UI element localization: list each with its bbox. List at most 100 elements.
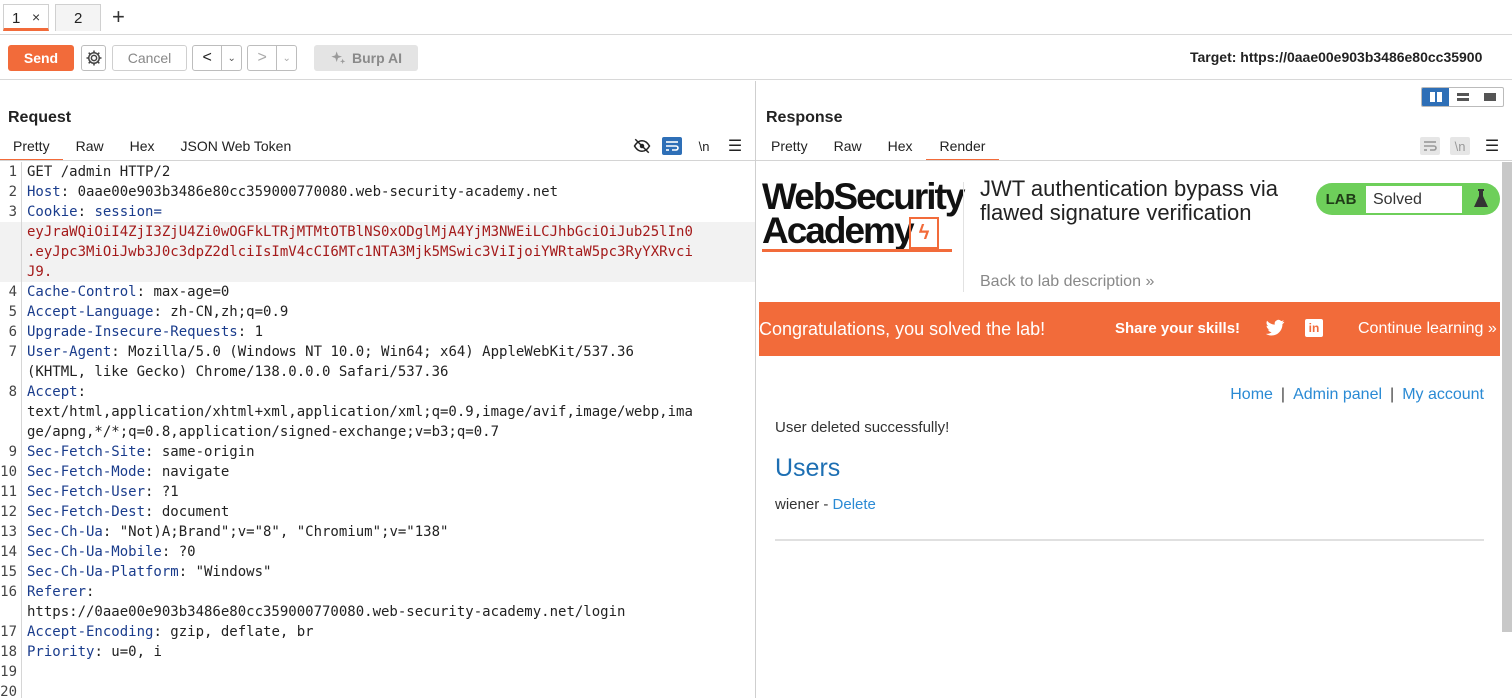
- editor-line: 11 Sec-Fetch-User: ?1: [0, 482, 755, 502]
- header-name: Cookie: [27, 204, 78, 220]
- header-name: Sec-Fetch-Site: [27, 444, 146, 460]
- nav-admin-panel-link[interactable]: Admin panel: [1293, 386, 1382, 403]
- layout-stacked-button[interactable]: [1449, 88, 1476, 106]
- line-content: Cookie: session=: [27, 204, 162, 220]
- line-content: Referer:: [27, 584, 103, 600]
- line-number: 15: [0, 562, 22, 582]
- line-content: Sec-Fetch-User: ?1: [27, 484, 179, 500]
- nav-home-link[interactable]: Home: [1230, 386, 1273, 403]
- line-content: Sec-Fetch-Mode: navigate: [27, 464, 230, 480]
- back-dropdown[interactable]: ⌄: [222, 46, 241, 70]
- line-number: 12: [0, 502, 22, 522]
- target-label[interactable]: Target: https://0aae00e903b3486e80cc3590…: [1190, 49, 1512, 65]
- layout-side-by-side-button[interactable]: [1422, 88, 1449, 106]
- header-value: gzip, deflate, br: [170, 624, 314, 640]
- cookie-value: eyJraWQiOiI4ZjI3ZjU4Zi0wOGFkLTRjMTMtOTBl…: [27, 224, 693, 240]
- request-editor[interactable]: 1 GET /admin HTTP/2 2 Host: 0aae00e903b3486…: [0, 162, 755, 698]
- lab-status-badge: LAB Solved: [1316, 183, 1500, 215]
- forward-dropdown[interactable]: ⌄: [277, 46, 296, 70]
- back-to-lab-link[interactable]: Back to lab description »: [980, 273, 1154, 291]
- send-button[interactable]: Send: [8, 45, 74, 71]
- response-tab-pretty[interactable]: Pretty: [758, 134, 821, 161]
- wrap-lines-icon-disabled: [1420, 137, 1440, 155]
- header-value: zh-CN,zh;q=0.9: [170, 304, 289, 320]
- forward-button[interactable]: >: [248, 46, 278, 70]
- tab-1[interactable]: 1 ×: [3, 4, 49, 31]
- add-tab-icon[interactable]: +: [112, 4, 125, 30]
- delete-user-link[interactable]: Delete: [833, 496, 876, 513]
- header-name: Sec-Fetch-Dest: [27, 504, 146, 520]
- editor-line: 7 User-Agent: Mozilla/5.0 (Windows NT 10.…: [0, 342, 755, 362]
- users-heading: Users: [775, 454, 841, 482]
- chevron-right-icon: »: [1145, 273, 1155, 290]
- user-name: wiener -: [775, 496, 833, 513]
- back-link-label: Back to lab description: [980, 273, 1141, 290]
- line-number: [0, 602, 22, 622]
- line-content: eyJraWQiOiI4ZjI3ZjU4Zi0wOGFkLTRjMTMtOTBl…: [27, 222, 745, 242]
- editor-line: 19: [0, 662, 755, 682]
- lab-title: JWT authentication bypass via flawed sig…: [980, 176, 1278, 225]
- linkedin-icon[interactable]: in: [1305, 319, 1323, 337]
- line-content: Host: 0aae00e903b3486e80cc359000770080.w…: [27, 184, 559, 200]
- header-name: Accept-Encoding: [27, 624, 154, 640]
- request-view-tabs: Pretty Raw Hex JSON Web Token: [0, 134, 304, 161]
- newline-toggle-disabled: \n: [1450, 137, 1470, 155]
- line-content: Priority: u=0, i: [27, 644, 162, 660]
- layout-tabs-button[interactable]: [1476, 88, 1503, 106]
- response-tab-hex[interactable]: Hex: [875, 134, 926, 161]
- twitter-icon[interactable]: [1265, 319, 1285, 342]
- menu-icon[interactable]: ☰: [1482, 137, 1502, 155]
- line-number: 19: [0, 662, 22, 682]
- request-tab-pretty[interactable]: Pretty: [0, 134, 63, 161]
- editor-line: (KHTML, like Gecko) Chrome/138.0.0.0 Saf…: [0, 362, 755, 382]
- response-tab-raw[interactable]: Raw: [821, 134, 875, 161]
- header-name: Sec-Fetch-Mode: [27, 464, 146, 480]
- render-scrollbar[interactable]: [1502, 162, 1512, 632]
- line-number: 10: [0, 462, 22, 482]
- header-value-continued: text/html,application/xhtml+xml,applicat…: [27, 404, 693, 420]
- tab-2[interactable]: 2: [55, 4, 101, 31]
- back-button[interactable]: <: [193, 46, 223, 70]
- gear-icon: [86, 50, 101, 66]
- editor-line: 14 Sec-Ch-Ua-Mobile: ?0: [0, 542, 755, 562]
- response-tab-render[interactable]: Render: [925, 134, 1000, 161]
- header-value: navigate: [161, 464, 230, 480]
- burp-ai-button[interactable]: Burp AI: [314, 45, 418, 71]
- editor-line: J9.: [0, 262, 755, 282]
- congratulations-text: Congratulations, you solved the lab!: [759, 319, 1046, 339]
- line-content: Sec-Fetch-Dest: document: [27, 504, 230, 520]
- editor-line: text/html,application/xhtml+xml,applicat…: [0, 402, 755, 422]
- request-tab-hex[interactable]: Hex: [117, 134, 168, 161]
- line-number: 4: [0, 282, 22, 302]
- lab-label: LAB: [1325, 190, 1357, 208]
- cancel-button[interactable]: Cancel: [112, 45, 187, 71]
- line-number: 3: [0, 202, 22, 222]
- line-content: J9.: [27, 262, 745, 282]
- menu-icon[interactable]: ☰: [725, 137, 745, 155]
- logo-underline: [762, 249, 952, 252]
- pane-divider[interactable]: [755, 81, 756, 698]
- header-value: session=: [94, 204, 162, 220]
- line-content: Sec-Ch-Ua-Mobile: ?0: [27, 544, 196, 560]
- rendered-page: WebSecurity Academy ϟ JWT authentication…: [759, 162, 1500, 698]
- response-view-tabs: Pretty Raw Hex Render: [758, 134, 1000, 161]
- editor-line: .eyJpc3MiOiJwb3J0c3dpZ2dlciIsImV4cCI6MTc…: [0, 242, 755, 262]
- line-content: Sec-Ch-Ua-Platform: "Windows": [27, 564, 272, 580]
- cookie-value: .eyJpc3MiOiJwb3J0c3dpZ2dlciIsImV4cCI6MTc…: [27, 244, 693, 260]
- request-tab-raw[interactable]: Raw: [63, 134, 117, 161]
- wrap-lines-icon[interactable]: [662, 137, 682, 155]
- close-icon[interactable]: ×: [32, 9, 40, 25]
- request-tab-jwt[interactable]: JSON Web Token: [168, 134, 305, 161]
- line-number: [0, 262, 22, 282]
- header-name: Sec-Fetch-User: [27, 484, 146, 500]
- line-content: Accept-Encoding: gzip, deflate, br: [27, 624, 314, 640]
- nav-my-account-link[interactable]: My account: [1402, 386, 1484, 403]
- hide-icon[interactable]: [632, 137, 652, 155]
- line-content: [27, 682, 745, 698]
- line-number: 11: [0, 482, 22, 502]
- settings-button[interactable]: [81, 45, 106, 71]
- header-name: Accept-Language: [27, 304, 154, 320]
- continue-learning-link[interactable]: Continue learning »: [1358, 320, 1497, 338]
- line-number: 1: [0, 162, 22, 182]
- newline-toggle[interactable]: \n: [694, 137, 714, 155]
